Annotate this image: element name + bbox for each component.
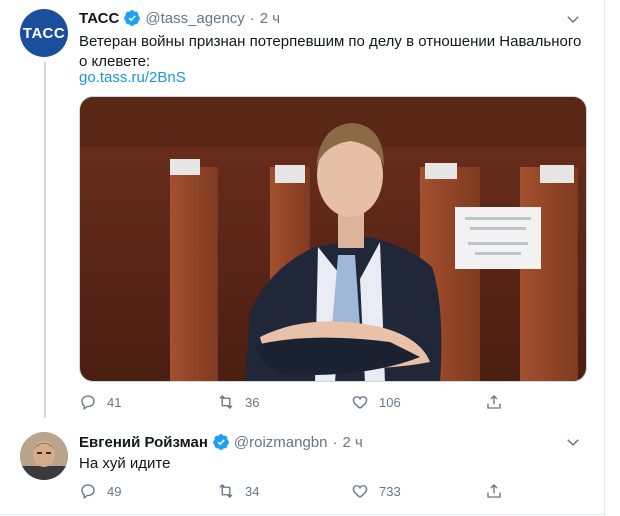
author-handle[interactable]: @roizmangbn — [234, 434, 328, 451]
tweet-text: Ветеран войны признан потерпевшим по дел… — [79, 32, 581, 72]
chevron-down-icon[interactable] — [564, 10, 582, 28]
thread-line — [44, 62, 46, 418]
tweet-photo[interactable] — [79, 96, 587, 382]
verified-badge-icon — [213, 434, 229, 450]
like-count: 106 — [379, 394, 401, 410]
retweet-count: 34 — [245, 483, 260, 499]
tweet-divider — [0, 514, 604, 515]
chevron-down-icon[interactable] — [564, 433, 582, 451]
retweet-icon — [219, 484, 233, 498]
author-name[interactable]: ТАСС — [79, 10, 119, 27]
author-handle[interactable]: @tass_agency — [145, 10, 244, 27]
retweet-count: 36 — [245, 394, 260, 410]
reply-icon — [81, 395, 95, 411]
tweet-actions: 49 34 733 — [79, 482, 539, 504]
separator-dot: · — [332, 433, 338, 451]
reply-count: 41 — [107, 394, 122, 410]
retweet-icon — [219, 395, 233, 409]
reply-button[interactable]: 41 — [79, 393, 121, 411]
avatar-photo — [20, 432, 68, 480]
share-button[interactable] — [485, 482, 503, 500]
tass-avatar[interactable]: ТАСС — [20, 9, 68, 57]
reply-icon — [81, 484, 95, 500]
share-icon — [487, 484, 501, 498]
retweet-button[interactable]: 34 — [217, 482, 259, 500]
reply-button[interactable]: 49 — [79, 482, 121, 500]
author-name[interactable]: Евгений Ройзман — [79, 434, 208, 451]
verified-badge-icon — [124, 10, 141, 26]
like-button[interactable]: 106 — [351, 393, 401, 411]
tass-avatar-logo-text: ТАСС — [22, 24, 66, 42]
tweet-header: ТАСС @tass_agency · 2 ч — [79, 8, 280, 28]
heart-icon — [352, 485, 368, 498]
tweet-time[interactable]: 2 ч — [260, 10, 280, 27]
tweet-time[interactable]: 2 ч — [343, 434, 363, 451]
share-icon — [487, 395, 501, 409]
separator-dot: · — [249, 9, 255, 27]
roizman-avatar[interactable] — [20, 432, 68, 480]
tweet-text-line: Ветеран войны признан потерпевшим по дел… — [79, 33, 582, 50]
like-count: 733 — [379, 483, 401, 499]
retweet-button[interactable]: 36 — [217, 393, 259, 411]
like-button[interactable]: 733 — [351, 482, 401, 500]
tweet-actions: 41 36 106 — [79, 393, 539, 415]
photo-image — [80, 97, 586, 381]
heart-icon — [352, 396, 368, 409]
share-button[interactable] — [485, 393, 503, 411]
timeline-frame: ТАСС ТАСС @tass_agency · 2 ч Ветеран вой… — [0, 0, 605, 516]
tweet-text: На хуй идите — [79, 455, 171, 472]
reply-count: 49 — [107, 483, 122, 499]
tweet-header: Евгений Ройзман @roizmangbn · 2 ч — [79, 432, 363, 452]
tweet-link[interactable]: go.tass.ru/2BnS — [79, 69, 186, 86]
